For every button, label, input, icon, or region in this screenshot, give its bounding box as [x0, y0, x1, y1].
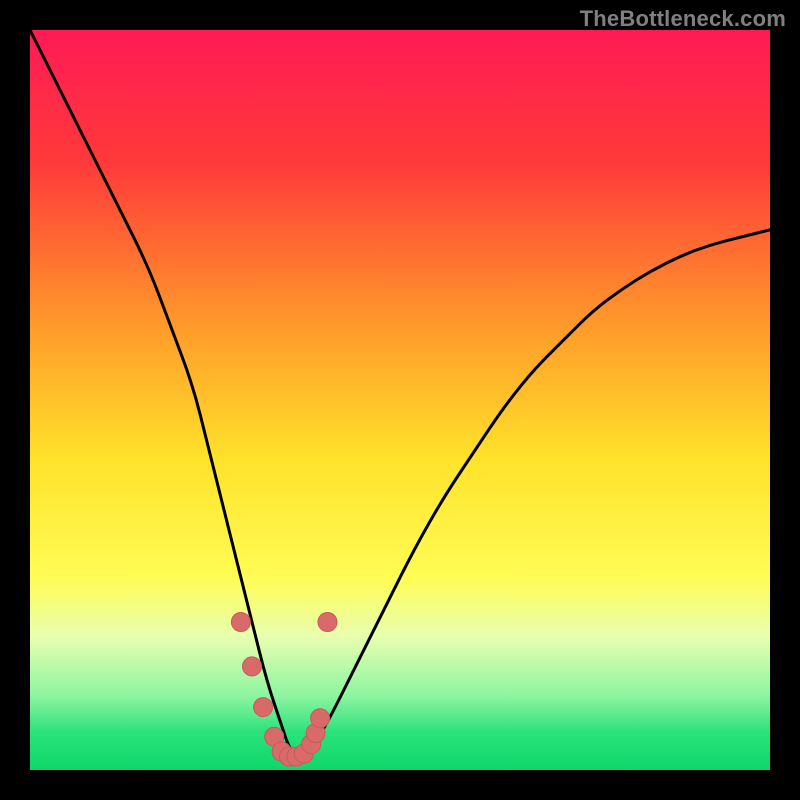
data-marker	[254, 698, 273, 717]
data-marker	[243, 657, 262, 676]
data-marker	[318, 613, 337, 632]
data-marker	[311, 709, 330, 728]
chart-svg	[30, 30, 770, 770]
watermark-text: TheBottleneck.com	[580, 6, 786, 32]
gradient-background	[30, 30, 770, 770]
plot-area	[30, 30, 770, 770]
chart-frame: TheBottleneck.com	[0, 0, 800, 800]
data-marker	[231, 613, 250, 632]
